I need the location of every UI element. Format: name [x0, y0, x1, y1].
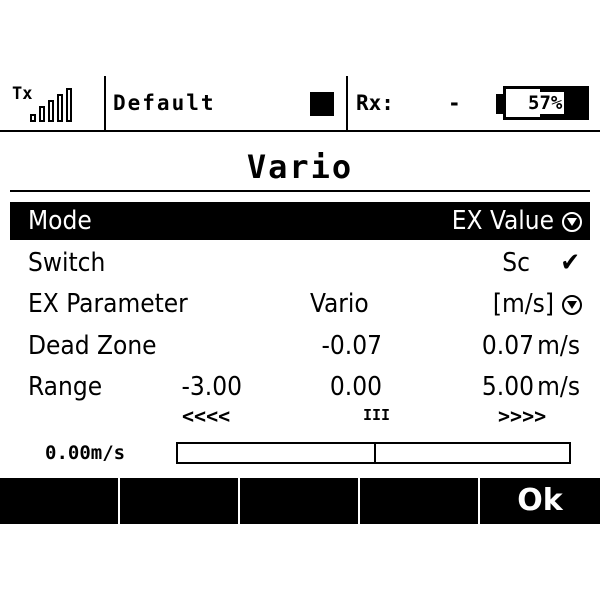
dead-zone-min[interactable]: -0.07	[321, 327, 382, 365]
ok-button[interactable]: Ok	[480, 478, 600, 524]
vario-bar-center-marker	[373, 444, 376, 462]
switch-row[interactable]: Switch Sc ✔	[10, 244, 590, 282]
zero-indicator: III	[363, 406, 391, 424]
ex-parameter-row[interactable]: EX Parameter Vario [m/s]	[10, 285, 590, 323]
mode-value: EX Value	[451, 206, 554, 236]
range-mid[interactable]: 0.00	[330, 368, 382, 406]
ex-parameter-label: EX Parameter	[28, 289, 188, 319]
rx-label: Rx:	[356, 91, 394, 115]
dead-zone-max[interactable]: 0.07	[482, 327, 534, 365]
vario-readout: 0.00m/s	[45, 442, 126, 464]
ex-parameter-unit: [m/s]	[492, 289, 554, 319]
status-divider	[346, 76, 348, 130]
screen-title: Vario	[246, 148, 354, 186]
status-bar-divider	[0, 130, 600, 132]
softkey-4[interactable]	[360, 478, 478, 524]
softkey-3[interactable]	[240, 478, 358, 524]
dropdown-icon[interactable]	[562, 285, 582, 323]
switch-value: Sc	[502, 248, 530, 278]
dead-zone-unit: m/s	[537, 331, 580, 361]
softkey-1[interactable]	[0, 478, 118, 524]
battery-percent: 57%	[526, 92, 565, 114]
softkey-2[interactable]	[120, 478, 238, 524]
checkmark-icon: ✔	[560, 248, 580, 278]
status-divider	[104, 76, 106, 130]
range-row[interactable]: Range -3.00 0.00 5.00 m/s	[10, 368, 590, 406]
mode-label: Mode	[28, 206, 92, 236]
switch-label: Switch	[28, 248, 106, 278]
range-max[interactable]: 5.00	[482, 368, 534, 406]
title-underline	[10, 190, 590, 192]
range-label: Range	[28, 372, 103, 402]
tx-signal-icon	[30, 86, 90, 122]
dropdown-icon[interactable]	[562, 202, 582, 240]
timer-square-icon	[310, 92, 334, 116]
mode-row[interactable]: Mode EX Value	[10, 202, 590, 240]
dead-zone-label: Dead Zone	[28, 331, 157, 361]
range-min[interactable]: -3.00	[181, 368, 242, 406]
climb-indicator: >>>>	[498, 404, 547, 428]
vario-bar	[176, 442, 571, 464]
model-name: Default	[113, 91, 216, 115]
battery-icon: 57%	[496, 86, 591, 122]
descent-indicator: <<<<	[182, 404, 231, 428]
rx-value: -	[448, 91, 461, 115]
range-unit: m/s	[537, 372, 580, 402]
dead-zone-row[interactable]: Dead Zone -0.07 0.07 m/s	[10, 327, 590, 365]
ex-parameter-value: Vario	[310, 289, 369, 319]
